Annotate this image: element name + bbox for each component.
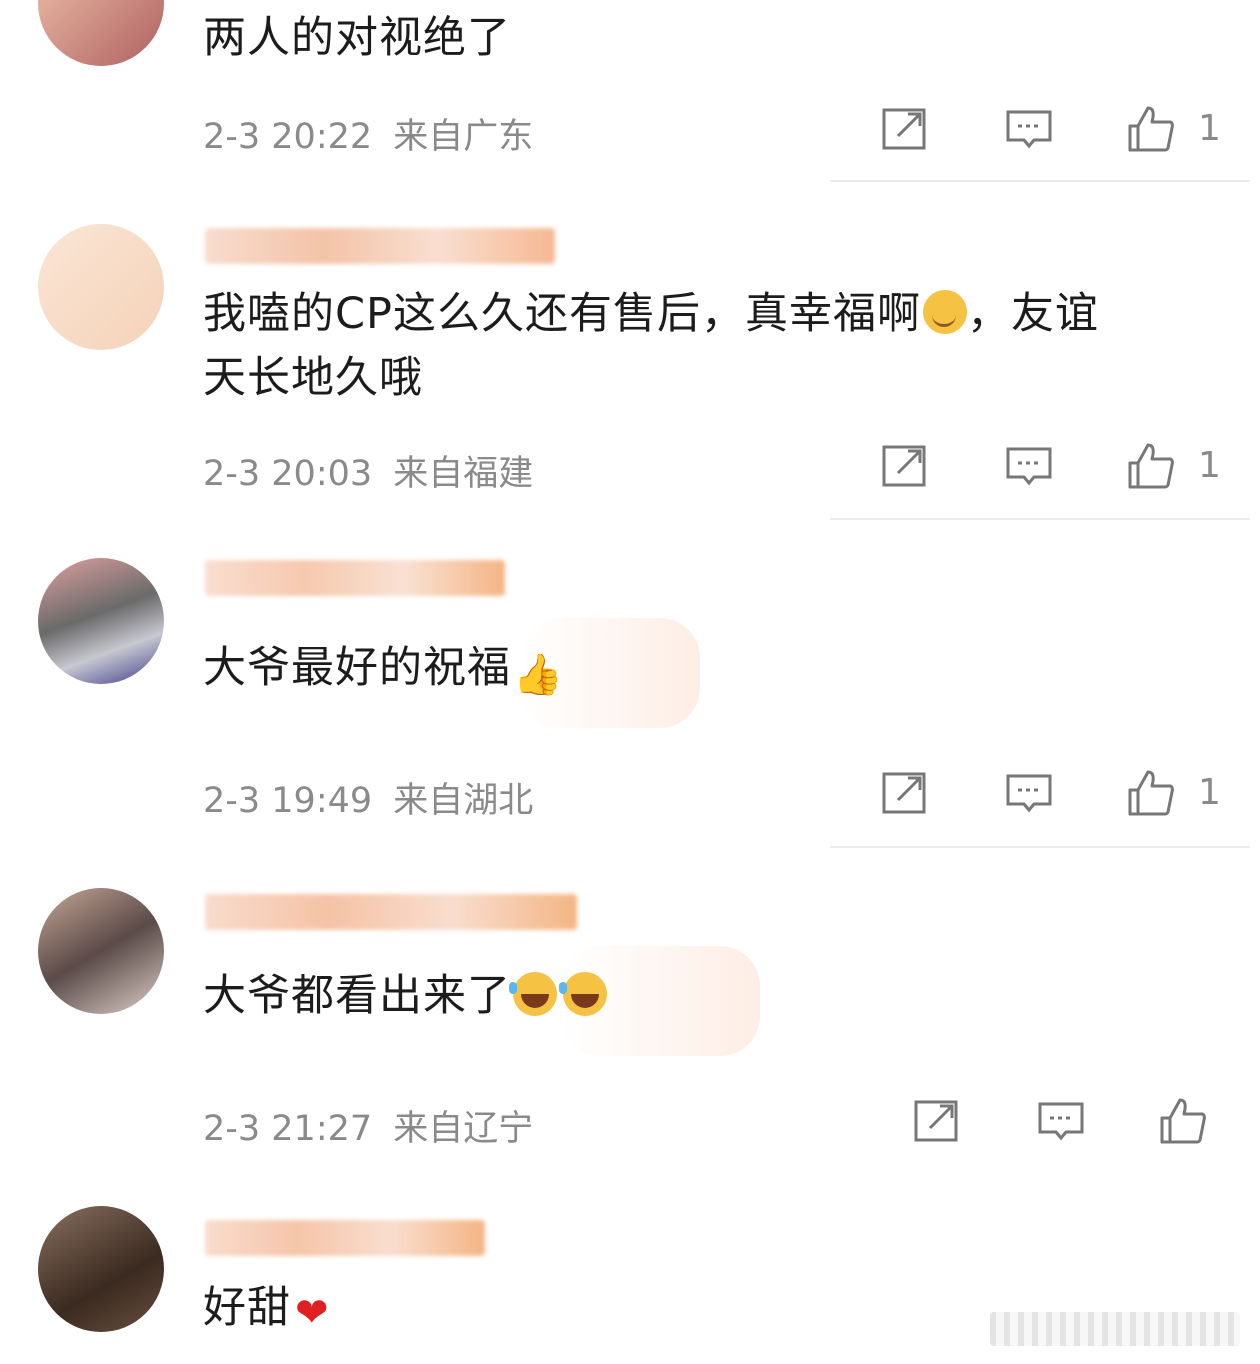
comment-text-line2: 天长地久哦 bbox=[203, 353, 423, 403]
share-icon bbox=[882, 445, 926, 487]
thumbs-up-icon bbox=[1128, 443, 1174, 489]
comment-text: 我嗑的CP这么久还有售后，真幸福啊 ，友谊 bbox=[203, 289, 1099, 339]
comment-actions bbox=[912, 1096, 1232, 1146]
share-button[interactable] bbox=[912, 1096, 962, 1146]
thumbs-up-icon bbox=[1128, 770, 1174, 816]
comment-time: 2-3 19:49 bbox=[203, 781, 373, 821]
username-blurred[interactable] bbox=[205, 894, 577, 930]
avatar[interactable] bbox=[38, 0, 164, 66]
comment-item: 大爷最好的祝福👍 2-3 19:49 来自湖北 1 bbox=[0, 540, 1260, 848]
red-heart-emoji: ❤ bbox=[295, 1290, 330, 1336]
comment-time: 2-3 20:03 bbox=[203, 454, 373, 494]
reply-button[interactable] bbox=[1036, 1096, 1086, 1146]
comment-location: 来自福建 bbox=[393, 454, 534, 494]
like-count: 1 bbox=[1198, 445, 1221, 486]
avatar[interactable] bbox=[38, 558, 164, 684]
comment-actions: 1 bbox=[880, 441, 1240, 491]
comment-item: 我嗑的CP这么久还有售后，真幸福啊 ，友谊 天长地久哦 2-3 20:03 来自福… bbox=[0, 200, 1260, 520]
avatar[interactable] bbox=[38, 1206, 164, 1332]
comment-meta: 2-3 19:49 来自湖北 bbox=[203, 772, 533, 823]
username-blurred[interactable] bbox=[205, 1220, 485, 1256]
comment-actions: 1 bbox=[880, 104, 1240, 154]
comment-text: 大爷最好的祝福👍 bbox=[203, 643, 564, 698]
comment-item: 两人的对视绝了 2-3 20:22 来自广东 1 bbox=[0, 0, 1260, 182]
comment-meta: 2-3 20:03 来自福建 bbox=[203, 445, 533, 496]
comment-icon bbox=[1006, 774, 1052, 813]
like-count: 1 bbox=[1198, 772, 1221, 813]
share-button[interactable] bbox=[880, 441, 930, 491]
like-button[interactable] bbox=[1158, 1096, 1208, 1146]
reply-button[interactable] bbox=[1004, 441, 1054, 491]
comment-icon bbox=[1006, 110, 1052, 149]
comment-time: 2-3 20:22 bbox=[203, 117, 373, 157]
hug-face-emoji bbox=[922, 290, 967, 334]
reply-button[interactable] bbox=[1004, 768, 1054, 818]
comment-time: 2-3 21:27 bbox=[203, 1109, 373, 1149]
like-button[interactable] bbox=[1126, 441, 1176, 491]
comment-meta: 2-3 20:22 来自广东 bbox=[203, 108, 533, 159]
avatar[interactable] bbox=[38, 888, 164, 1014]
avatar[interactable] bbox=[38, 224, 164, 350]
watermark bbox=[990, 1312, 1240, 1346]
like-button[interactable] bbox=[1126, 104, 1176, 154]
thumbs-up-icon bbox=[1128, 106, 1174, 152]
divider bbox=[830, 180, 1250, 182]
thumbs-up-emoji: 👍 bbox=[513, 652, 564, 698]
comment-location: 来自广东 bbox=[393, 117, 534, 157]
comment-location: 来自湖北 bbox=[393, 781, 534, 821]
username-blurred[interactable] bbox=[205, 560, 505, 596]
comment-icon bbox=[1006, 447, 1052, 486]
divider bbox=[830, 846, 1250, 848]
comment-text: 好甜 ❤ bbox=[203, 1283, 330, 1336]
like-button[interactable] bbox=[1126, 768, 1176, 818]
share-button[interactable] bbox=[880, 768, 930, 818]
reply-button[interactable] bbox=[1004, 104, 1054, 154]
comment-item: 大爷都看出来了 2-3 21:27 来自辽宁 bbox=[0, 866, 1260, 1176]
like-count: 1 bbox=[1198, 108, 1221, 149]
divider bbox=[830, 518, 1250, 520]
share-icon bbox=[882, 772, 926, 814]
username-blurred[interactable] bbox=[205, 228, 555, 264]
comment-meta: 2-3 21:27 来自辽宁 bbox=[203, 1100, 533, 1151]
laugh-cry-emoji bbox=[509, 972, 557, 1016]
share-icon bbox=[914, 1100, 958, 1142]
share-icon bbox=[882, 108, 926, 150]
comment-location: 来自辽宁 bbox=[393, 1109, 534, 1149]
share-button[interactable] bbox=[880, 104, 930, 154]
laugh-cry-emoji bbox=[559, 972, 607, 1016]
comment-text: 大爷都看出来了 bbox=[203, 964, 607, 1028]
comment-actions: 1 bbox=[880, 768, 1240, 818]
thumbs-up-icon bbox=[1160, 1098, 1206, 1144]
comment-icon bbox=[1038, 1102, 1084, 1141]
comment-text: 两人的对视绝了 bbox=[203, 13, 511, 63]
